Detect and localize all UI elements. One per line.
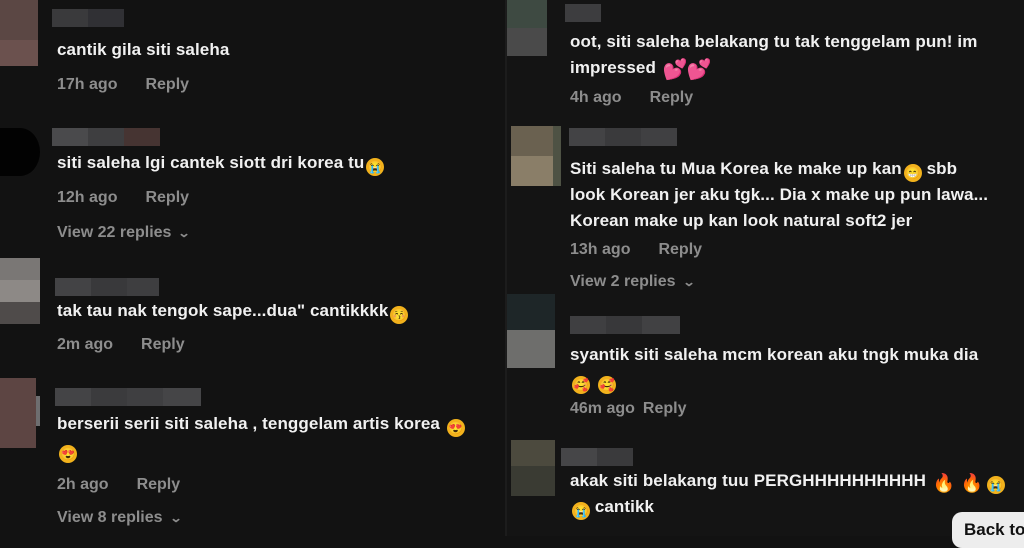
blurred-username[interactable] [55, 278, 159, 296]
comment-meta: 46m ago Reply [570, 400, 687, 418]
blurred-username[interactable] [570, 316, 680, 334]
comment-item: akak siti belakang tuu PERGHHHHHHHHHH 🔥 🔥… [507, 440, 1024, 536]
blurred-username[interactable] [561, 448, 633, 466]
comment-time: 13h ago [570, 241, 631, 258]
comment-text: berserii serii siti saleha , tenggelam a… [57, 414, 465, 463]
loudly-crying-face-icon: 😭 [986, 476, 1005, 494]
view-replies-label: View 2 replies [570, 273, 676, 290]
comment-text: siti saleha lgi cantek siott dri korea t… [57, 153, 385, 176]
blurred-username[interactable] [52, 128, 160, 146]
back-to-label: Back to [964, 520, 1024, 539]
comment-time: 2m ago [57, 336, 114, 353]
comment-text: Siti saleha tu Mua Korea ke make up kan 😁… [570, 159, 989, 230]
reply-button[interactable]: Reply [658, 241, 702, 259]
avatar[interactable] [0, 378, 40, 448]
reply-button[interactable]: Reply [145, 189, 189, 207]
heart-eyes-icon: 😍 [59, 445, 77, 463]
right-comment-column: oot, siti saleha belakang tu tak tenggel… [507, 0, 1024, 536]
reply-button[interactable]: Reply [145, 76, 189, 94]
loudly-crying-face-icon: 😭 [366, 158, 385, 176]
chevron-down-icon: ⌄ [169, 511, 183, 525]
reply-button[interactable]: Reply [141, 336, 185, 354]
comment-time: 46m ago [570, 400, 635, 417]
avatar[interactable] [511, 440, 555, 496]
comment-item: cantik gila siti saleha 17h ago Reply [0, 0, 505, 110]
comment-meta: 12h ago Reply [57, 189, 189, 207]
comment-text: akak siti belakang tuu PERGHHHHHHHHHH 🔥 🔥… [570, 471, 1005, 520]
reply-button[interactable]: Reply [650, 89, 694, 107]
left-comment-column: cantik gila siti saleha 17h ago Reply sit… [0, 0, 512, 536]
heart-eyes-icon: 😍 [446, 419, 465, 437]
comment-time: 17h ago [57, 76, 118, 93]
smiling-face-with-hearts-icon: 🥰 [572, 376, 590, 394]
view-replies-label: View 22 replies [57, 224, 172, 241]
comment-meta: 13h ago Reply [570, 241, 702, 259]
avatar[interactable] [507, 294, 555, 368]
avatar[interactable] [507, 0, 547, 56]
grinning-face-icon: 😁 [903, 164, 922, 182]
comment-meta: 2h ago Reply [57, 476, 180, 494]
comment-item: Siti saleha tu Mua Korea ke make up kan 😁… [507, 126, 1024, 296]
avatar[interactable] [511, 126, 561, 186]
blurred-username[interactable] [569, 128, 677, 146]
comment-meta: 2m ago Reply [57, 336, 185, 354]
chevron-down-icon: ⌄ [682, 275, 696, 289]
comment-item: berserii serii siti saleha , tenggelam a… [0, 372, 505, 536]
view-replies-button[interactable]: View 8 replies ⌄ [57, 509, 183, 527]
comment-item: tak tau nak tengok sape...dua" cantikkkk… [0, 258, 505, 368]
avatar[interactable] [0, 258, 40, 324]
comment-item: siti saleha lgi cantek siott dri korea t… [0, 120, 505, 260]
comment-text: tak tau nak tengok sape...dua" cantikkkk… [57, 301, 409, 324]
back-to-button[interactable]: Back to [952, 512, 1024, 548]
two-hearts-icon: 💕 [662, 59, 688, 81]
view-replies-button[interactable]: View 22 replies ⌄ [57, 224, 192, 242]
comment-time: 2h ago [57, 476, 109, 493]
blurred-username[interactable] [52, 9, 124, 27]
comment-time: 12h ago [57, 189, 118, 206]
kissing-face-icon: 😚 [390, 306, 409, 324]
avatar[interactable] [0, 128, 40, 176]
avatar[interactable] [0, 0, 38, 66]
reply-button[interactable]: Reply [643, 400, 687, 418]
comment-meta: 4h ago Reply [570, 89, 693, 107]
fire-icon: 🔥 [960, 473, 984, 493]
comment-time: 4h ago [570, 89, 622, 106]
smiling-face-with-hearts-icon: 🥰 [598, 376, 616, 394]
blurred-username[interactable] [55, 388, 201, 406]
comment-text: cantik gila siti saleha [57, 40, 230, 59]
comment-meta: 17h ago Reply [57, 76, 189, 94]
fire-icon: 🔥 [932, 473, 956, 493]
view-replies-button[interactable]: View 2 replies ⌄ [570, 273, 696, 291]
comment-item: oot, siti saleha belakang tu tak tenggel… [507, 0, 1024, 115]
comment-text: oot, siti saleha belakang tu tak tenggel… [570, 32, 978, 81]
reply-button[interactable]: Reply [137, 476, 181, 494]
blurred-username[interactable] [565, 4, 601, 22]
comment-text: syantik siti saleha mcm korean aku tngk … [570, 345, 979, 394]
loudly-crying-face-icon: 😭 [572, 502, 590, 520]
chevron-down-icon: ⌄ [177, 226, 192, 240]
view-replies-label: View 8 replies [57, 509, 163, 526]
comment-item: syantik siti saleha mcm korean aku tngk … [507, 292, 1024, 432]
two-hearts-icon: 💕 [686, 59, 712, 81]
